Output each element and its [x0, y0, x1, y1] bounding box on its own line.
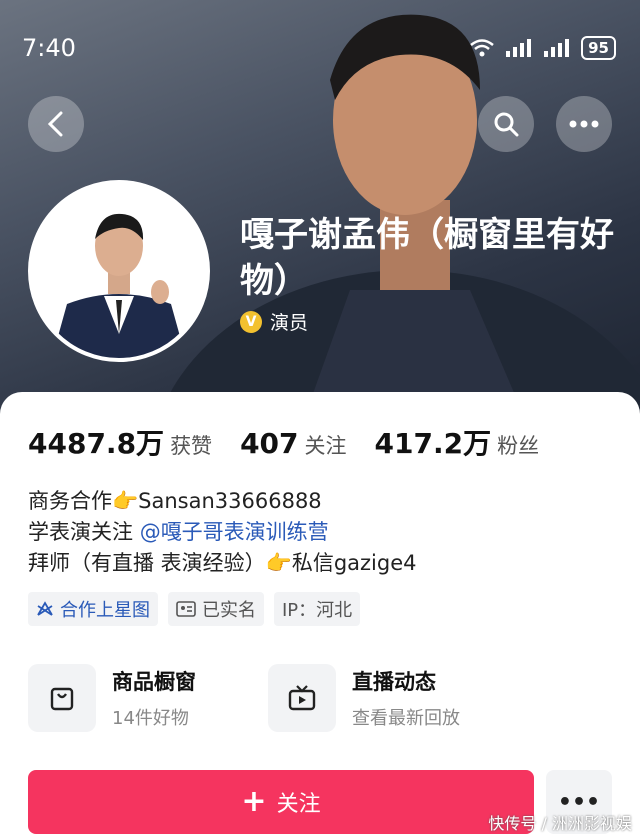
- search-icon: [494, 112, 519, 137]
- bio-acting-prefix: 学表演关注: [28, 520, 140, 544]
- followers-label: 粉丝: [497, 434, 540, 458]
- bio-line-acting: 学表演关注 @嘎子哥表演训练营: [28, 517, 417, 548]
- status-bar: 7:40 95: [0, 0, 640, 90]
- live-updates-icon-box: [268, 664, 336, 732]
- profile-name: 嘎子谢孟伟（橱窗里有好物）: [240, 215, 614, 301]
- follow-button[interactable]: + 关注: [28, 770, 534, 834]
- realname-label: 已实名: [202, 600, 256, 621]
- mention-link[interactable]: @嘎子哥表演训练营: [140, 520, 329, 544]
- shop-window-icon-box: [28, 664, 96, 732]
- live-updates-subtitle: 查看最新回放: [352, 708, 460, 729]
- verified-row: V 演员: [240, 308, 308, 335]
- back-button[interactable]: [28, 96, 84, 152]
- search-button[interactable]: [478, 96, 534, 152]
- bio-line-business: 商务合作👉Sansan33666888: [28, 489, 322, 513]
- bio: 商务合作👉Sansan33666888 学表演关注 @嘎子哥表演训练营 拜师（有…: [28, 486, 417, 579]
- id-card-icon: [176, 601, 196, 617]
- wifi-icon: [470, 39, 494, 57]
- shop-window-entry[interactable]: 商品橱窗 14件好物: [28, 664, 196, 732]
- live-updates-entry[interactable]: 直播动态 查看最新回放: [268, 664, 460, 732]
- stats-row: 4487.8万 获赞 407 关注 417.2万 粉丝: [28, 422, 567, 462]
- battery-indicator: 95: [581, 36, 616, 60]
- status-time: 7:40: [22, 34, 76, 62]
- tags-row: 合作上星图 已实名 IP：河北: [28, 592, 361, 626]
- following-label: 关注: [304, 434, 347, 458]
- followers-count[interactable]: 417.2万: [375, 422, 492, 462]
- shop-window-subtitle: 14件好物: [112, 708, 189, 729]
- tv-play-icon: [288, 685, 316, 711]
- following-count[interactable]: 407: [240, 427, 298, 460]
- shopping-bag-icon: [50, 687, 74, 711]
- more-options-button[interactable]: [556, 96, 612, 152]
- realname-tag: 已实名: [168, 592, 264, 626]
- plus-icon: +: [241, 784, 267, 819]
- watermark: 快传号 / 洲洲影视娱: [488, 814, 632, 833]
- likes-count[interactable]: 4487.8万: [28, 422, 164, 462]
- signal-icon: [506, 39, 532, 57]
- ip-location-label: IP：河北: [282, 600, 353, 621]
- star-cooperation-label: 合作上星图: [60, 600, 150, 621]
- ip-location-tag: IP：河北: [274, 592, 361, 626]
- profile-info-card: 4487.8万 获赞 407 关注 417.2万 粉丝 商务合作👉Sansan3…: [0, 392, 640, 838]
- verified-role: 演员: [270, 312, 309, 334]
- live-updates-title: 直播动态: [352, 670, 436, 694]
- shop-window-title: 商品橱窗: [112, 670, 196, 694]
- bio-line-mentorship: 拜师（有直播 表演经验）👉私信gazige4: [28, 551, 417, 575]
- likes-label: 获赞: [170, 434, 213, 458]
- avatar-photo: [32, 184, 206, 358]
- follow-button-label: 关注: [276, 792, 321, 817]
- star-map-icon: [37, 601, 53, 616]
- chevron-left-icon: [47, 111, 63, 137]
- verified-badge-icon: V: [240, 310, 262, 333]
- more-horizontal-icon: [569, 120, 599, 128]
- signal-icon-2: [544, 39, 570, 57]
- avatar[interactable]: [28, 180, 210, 362]
- star-cooperation-tag[interactable]: 合作上星图: [28, 592, 158, 626]
